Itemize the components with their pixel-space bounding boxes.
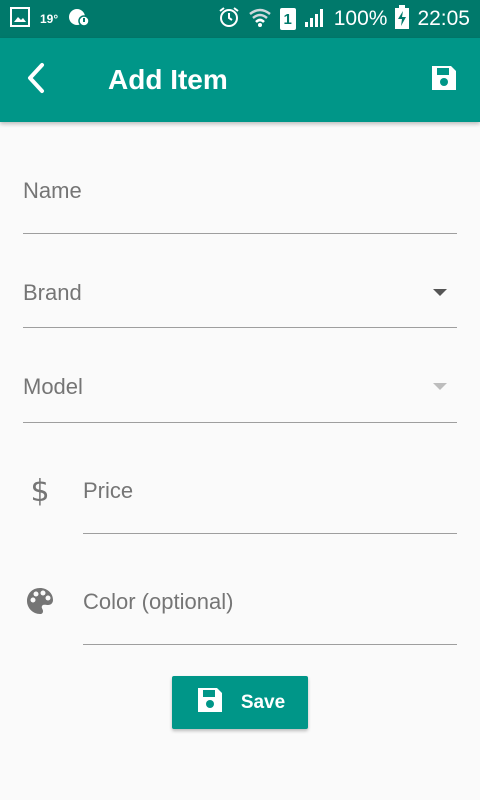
- save-button-label: Save: [240, 691, 286, 713]
- gallery-icon: [10, 6, 30, 32]
- sim-slot-indicator: 1: [279, 8, 296, 30]
- alarm-icon: [218, 6, 240, 33]
- clock: 22:05: [417, 7, 470, 30]
- name-placeholder: Name: [23, 178, 82, 203]
- name-underline: [23, 233, 457, 234]
- brand-placeholder: Brand: [23, 280, 82, 305]
- color-placeholder: Color (optional): [83, 589, 234, 614]
- color-field[interactable]: Color (optional): [83, 581, 457, 645]
- save-button[interactable]: Save: [172, 676, 308, 729]
- weather-icon: [68, 6, 90, 33]
- app-bar: Add Item: [0, 38, 480, 122]
- temperature-text: 19°: [40, 12, 59, 26]
- brand-underline: [23, 327, 457, 328]
- price-field[interactable]: Price: [83, 470, 457, 534]
- name-field[interactable]: Name: [23, 170, 457, 234]
- dollar-icon: $: [23, 473, 57, 507]
- price-placeholder: Price: [83, 478, 134, 503]
- model-underline: [23, 422, 457, 423]
- chevron-down-icon: [433, 289, 447, 296]
- save-icon: [429, 63, 459, 98]
- color-underline: [83, 644, 457, 645]
- chevron-down-icon: [433, 383, 447, 390]
- model-placeholder: Model: [23, 374, 83, 399]
- battery-percent: 100%: [333, 7, 388, 30]
- page-title: Add Item: [108, 64, 228, 95]
- save-icon: [195, 685, 225, 721]
- status-bar: 19° 1 100% 22:05: [0, 0, 480, 38]
- signal-icon: [304, 6, 326, 33]
- svg-text:$: $: [30, 474, 49, 506]
- save-toolbar-button[interactable]: [424, 60, 464, 100]
- price-underline: [83, 533, 457, 534]
- palette-icon: [23, 584, 57, 618]
- battery-charging-icon: [395, 4, 410, 34]
- model-dropdown[interactable]: Model: [23, 366, 457, 423]
- brand-dropdown[interactable]: Brand: [23, 272, 457, 328]
- wifi-icon: [248, 6, 272, 33]
- arrow-back-icon: [24, 62, 48, 99]
- back-button[interactable]: [14, 58, 58, 102]
